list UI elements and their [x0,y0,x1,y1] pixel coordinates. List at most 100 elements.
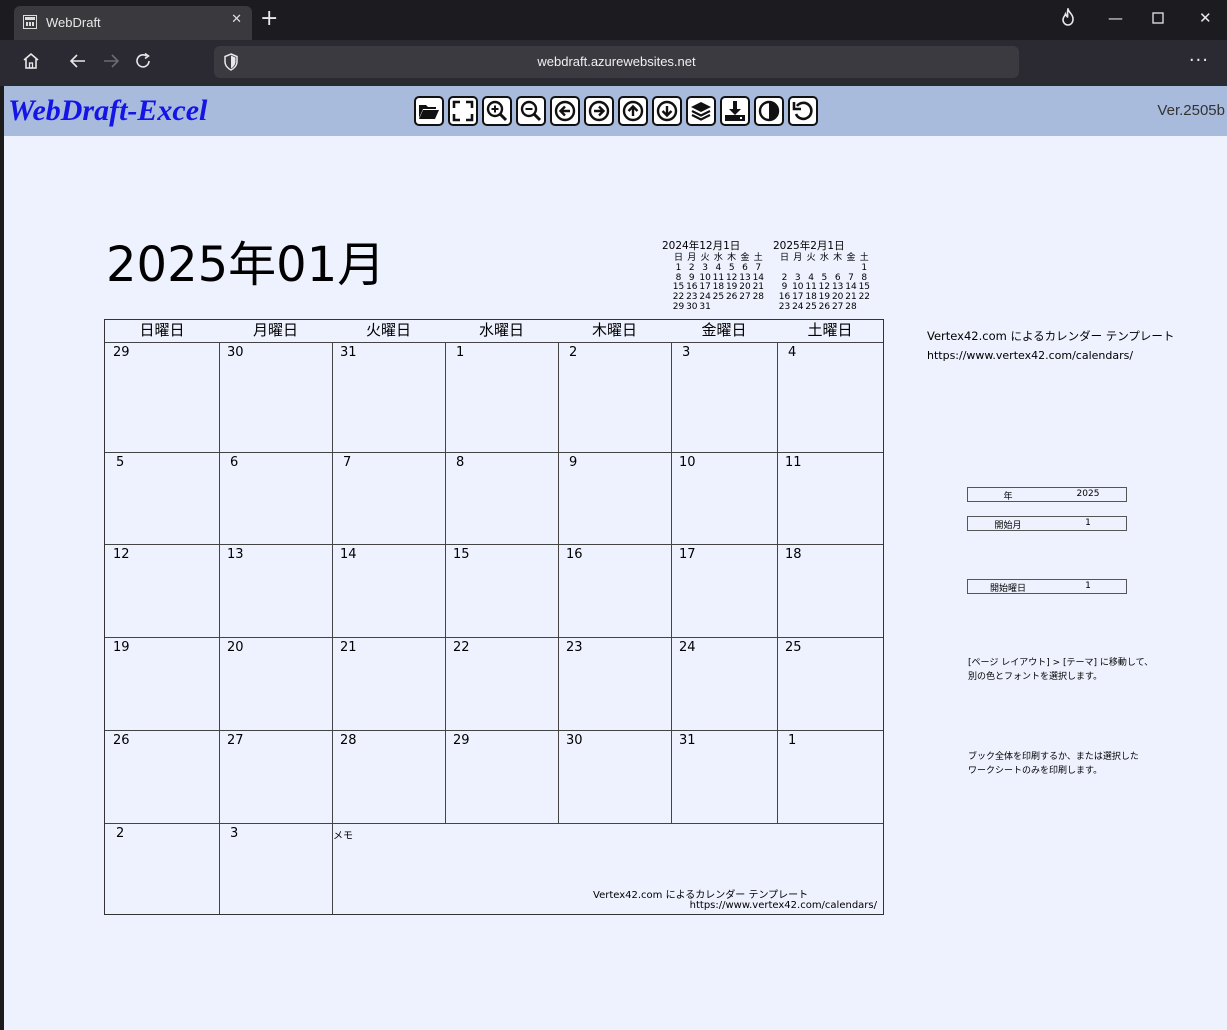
day-cell-number[interactable]: 26 [113,733,130,748]
day-cell-number[interactable]: 28 [340,733,357,748]
zoom-out-button[interactable] [516,96,546,126]
year-value[interactable]: 2025 [1048,489,1128,499]
day-cell-number[interactable]: 29 [113,345,130,360]
mini-day: 11 [712,272,725,283]
day-cell-number[interactable]: 1 [788,733,796,748]
mini-day: 8 [675,272,682,283]
day-cell-number[interactable]: 31 [679,733,696,748]
mini-weekday: 火 [806,253,816,263]
day-cell-number[interactable]: 22 [453,640,470,655]
grid-row-line [105,544,883,545]
day-cell-number[interactable]: 14 [340,547,357,562]
start-month-field[interactable]: 開始月 1 [967,516,1127,531]
mini-day: 5 [728,262,735,273]
day-cell-number[interactable]: 6 [230,455,238,470]
start-weekday-value[interactable]: 1 [1048,581,1128,591]
day-cell-number[interactable]: 13 [227,547,244,562]
mini-weekday: 木 [727,253,737,263]
mini-day: 15 [858,282,871,293]
day-cell-number[interactable]: 17 [679,547,696,562]
mini-day: 1 [861,262,868,273]
day-cell-number[interactable]: 30 [227,345,244,360]
mini-day: 17 [792,292,804,303]
menu-icon[interactable]: ··· [1189,50,1209,71]
side-credit-url: https://www.vertex42.com/calendars/ [927,349,1134,362]
day-cell-number[interactable]: 24 [679,640,696,655]
mini-weekday: 水 [713,253,723,263]
arrow-down-button[interactable] [652,96,682,126]
grid-row-line [105,730,883,731]
home-icon[interactable] [22,52,40,75]
day-cell-number[interactable]: 3 [682,345,690,360]
start-month-label: 開始月 [994,521,1022,531]
day-cell-number[interactable]: 2 [569,345,577,360]
day-cell-number[interactable]: 10 [679,455,696,470]
close-tab-icon[interactable]: ✕ [231,12,242,27]
day-cell-number[interactable]: 20 [227,640,244,655]
forward-icon[interactable] [102,52,120,75]
weekday-header: 金曜日 [701,321,747,339]
day-cell-number[interactable]: 27 [227,733,244,748]
weekday-header: 月曜日 [252,321,298,339]
day-cell-number[interactable]: 29 [453,733,470,748]
flame-icon[interactable] [1060,6,1076,30]
fullscreen-button[interactable] [448,96,478,126]
arrow-left-button[interactable] [550,96,580,126]
mini-weekday: 月 [687,253,697,263]
spreadsheet-view[interactable]: 2025年01月 2024年12月1日 日月火水木金土 1 2 3 4 5 6 7 8 9 10 11… [4,136,1227,1030]
new-tab-icon[interactable]: + [260,8,278,30]
year-field[interactable]: 年 2025 [967,487,1127,502]
start-weekday-field[interactable]: 開始曜日 1 [967,579,1127,594]
grid-row-line [105,342,883,343]
close-window-icon[interactable]: ✕ [1199,9,1212,27]
day-cell-number[interactable]: 23 [566,640,583,655]
download-button[interactable] [720,96,750,126]
day-cell-number[interactable]: 15 [453,547,470,562]
day-cell-number[interactable]: 7 [343,455,351,470]
zoom-in-button[interactable] [482,96,512,126]
browser-tab[interactable]: WebDraft ✕ [14,6,252,40]
day-cell-number[interactable]: 8 [456,455,464,470]
arrow-up-button[interactable] [618,96,648,126]
back-icon[interactable] [69,52,87,75]
arrow-right-button[interactable] [584,96,614,126]
mini-day: 22 [858,292,871,303]
day-cell-number[interactable]: 19 [113,640,130,655]
day-cell-number[interactable]: 5 [116,455,124,470]
contrast-button[interactable] [754,96,784,126]
mini-day: 24 [792,302,804,312]
day-cell-number[interactable]: 16 [566,547,583,562]
mini-day: 3 [794,272,801,283]
day-cell-number[interactable]: 30 [566,733,583,748]
mini-day: 21 [752,282,765,293]
mini-day: 28 [752,292,765,303]
day-cell-number[interactable]: 1 [456,345,464,360]
day-cell-number[interactable]: 12 [113,547,130,562]
undo-icon [792,101,813,121]
open-folder-button[interactable] [414,96,444,126]
day-cell-number[interactable]: 2 [116,826,124,841]
day-cell-number[interactable]: 25 [785,640,802,655]
minimize-icon[interactable]: — [1108,9,1123,27]
start-month-value[interactable]: 1 [1048,518,1128,528]
mini-day: 5 [821,272,828,283]
mini-weekday: 金 [846,253,856,263]
day-cell-number[interactable]: 18 [785,547,802,562]
address-bar[interactable]: webdraft.azurewebsites.net [214,46,1019,78]
reload-icon[interactable] [134,52,152,75]
mini-day: 1 [675,262,682,273]
day-cell-number[interactable]: 11 [785,455,802,470]
day-cell-number[interactable]: 9 [569,455,577,470]
year-label: 年 [1003,492,1013,502]
day-cell-number[interactable]: 31 [340,345,357,360]
layers-button[interactable] [686,96,716,126]
day-cell-number[interactable]: 4 [788,345,796,360]
mini-weekday: 木 [833,253,843,263]
mini-day: 28 [845,302,857,312]
day-cell-number[interactable]: 21 [340,640,357,655]
mini-weekday: 日 [779,253,789,263]
day-cell-number[interactable]: 3 [230,826,238,841]
undo-button[interactable] [788,96,818,126]
print-note-line2: ワークシートのみを印刷します。 [968,766,1103,776]
maximize-icon[interactable] [1152,10,1164,28]
